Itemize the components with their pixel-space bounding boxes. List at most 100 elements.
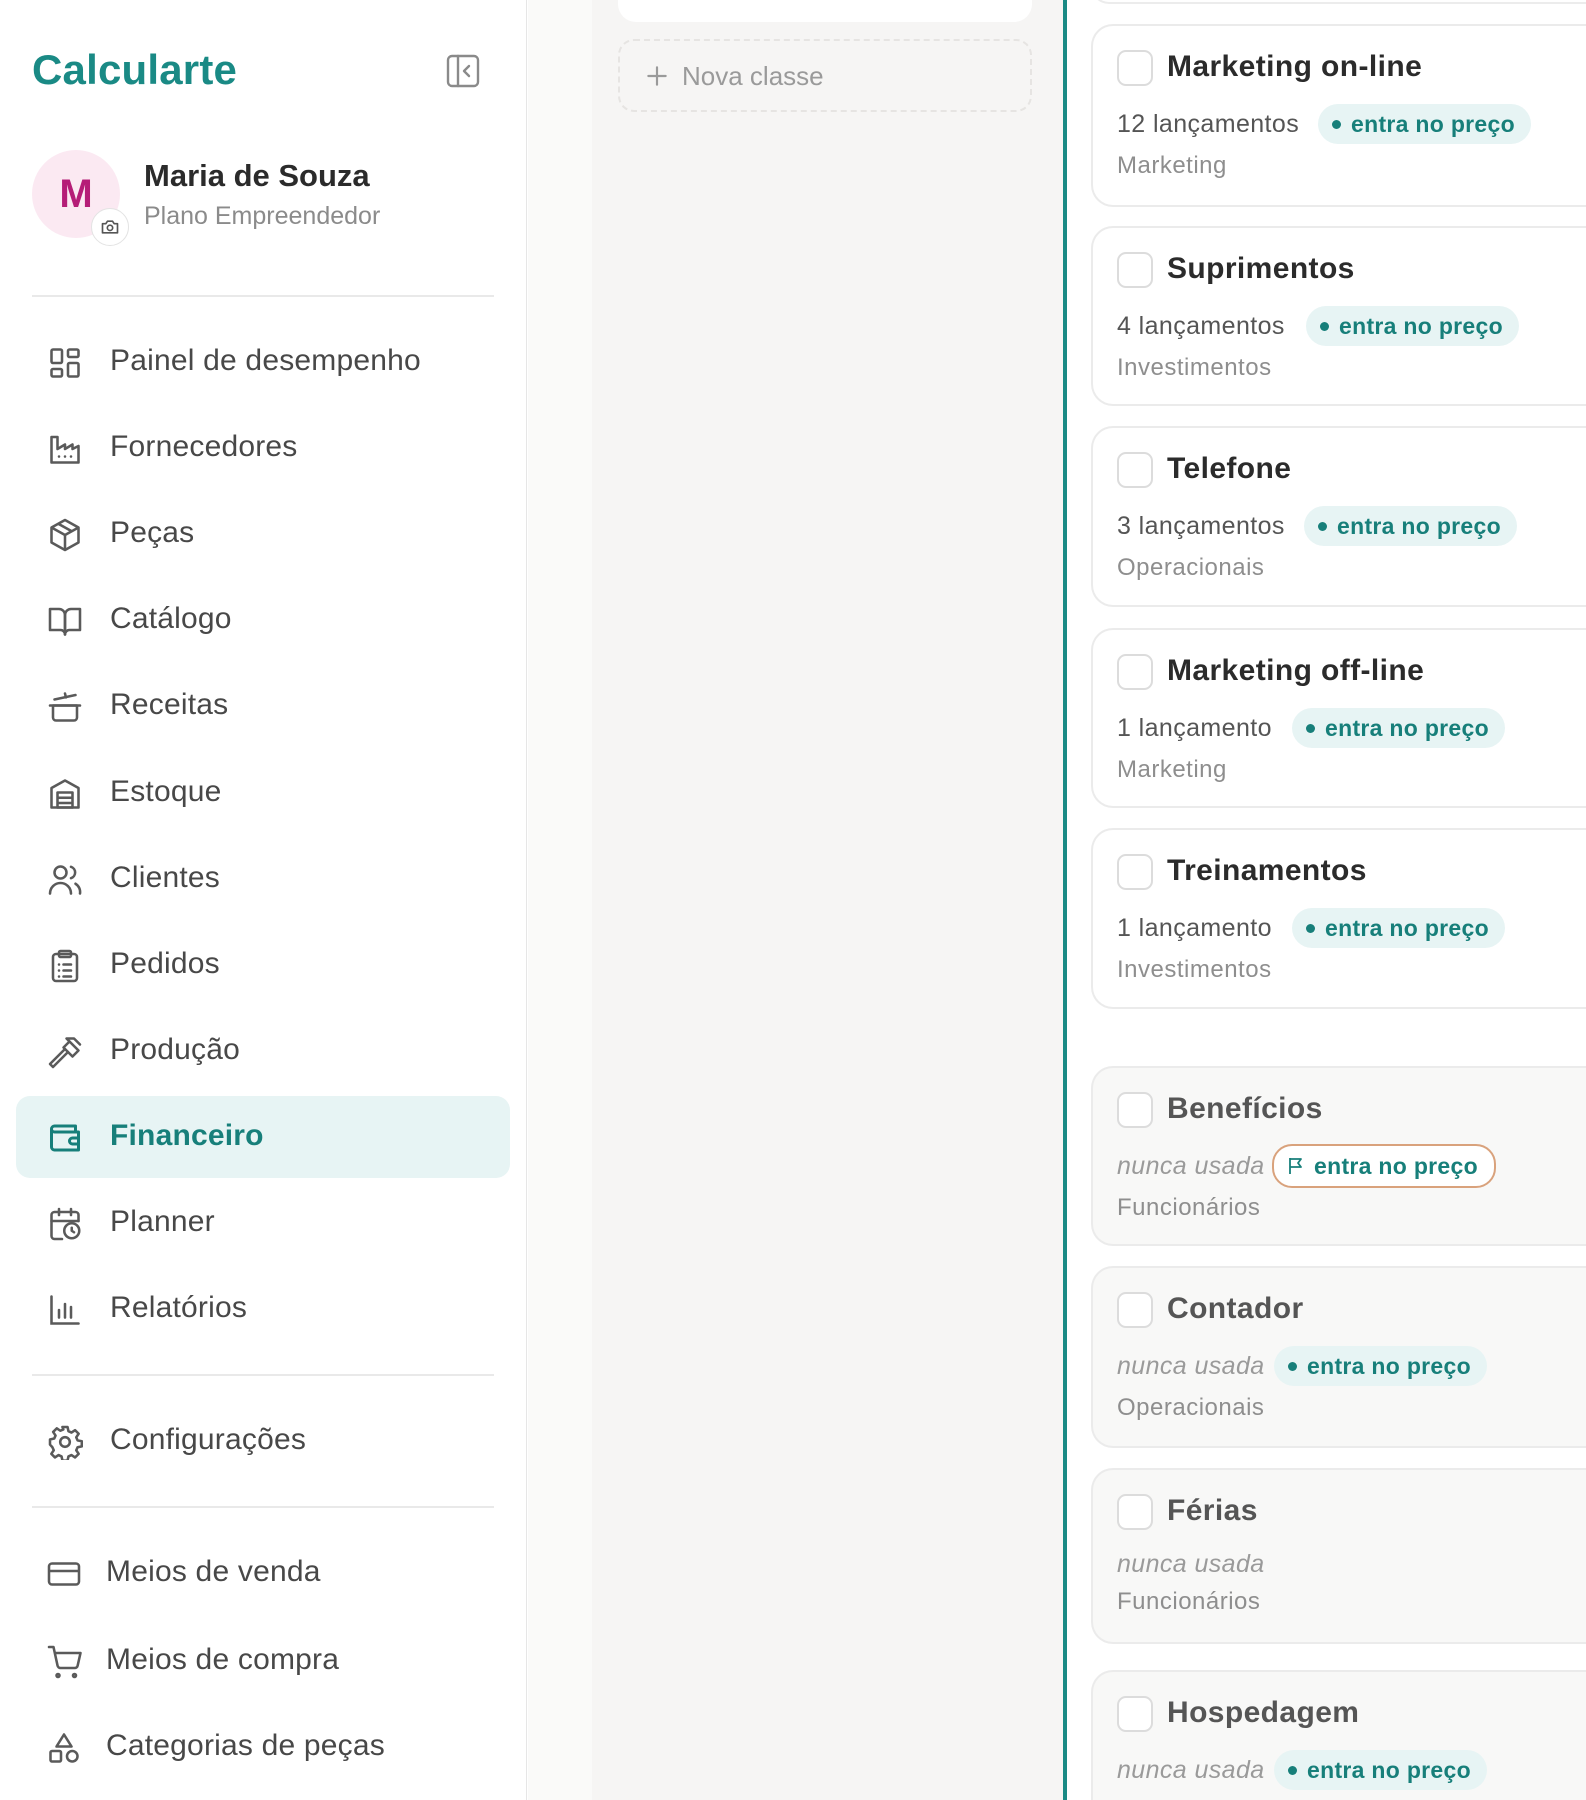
subclass-card[interactable]: Treinamentos 1 lançamento entra no preço…	[1091, 828, 1586, 1009]
price-badge-label: entra no preço	[1325, 714, 1489, 741]
new-class-button[interactable]: Nova classe	[618, 39, 1032, 112]
subclass-title: Treinamentos	[1167, 854, 1367, 887]
sidebar-item-categorias-pecas[interactable]: Categorias de peças	[16, 1706, 510, 1788]
camera-icon	[101, 220, 119, 234]
change-photo-button[interactable]	[91, 208, 129, 246]
sidebar-item-label: Pedidos	[110, 947, 220, 980]
price-badge: entra no preço	[1274, 1750, 1487, 1790]
user-name: Maria de Souza	[144, 158, 370, 193]
sidebar-item-label: Configurações	[110, 1423, 307, 1456]
hammer-icon	[48, 1037, 82, 1069]
select-checkbox[interactable]	[1117, 50, 1153, 86]
price-badge: entra no preço	[1318, 104, 1531, 144]
sidebar-item-label: Clientes	[110, 861, 220, 894]
status-dot	[1320, 321, 1329, 331]
status-dot	[1306, 923, 1315, 933]
usage-count: nunca usada	[1117, 1550, 1265, 1578]
usage-count: nunca usada	[1117, 1152, 1265, 1180]
credit-card-icon	[47, 1562, 81, 1586]
subclass-card[interactable]: Contador nunca usada entra no preço Oper…	[1091, 1266, 1586, 1448]
sidebar-item-pecas[interactable]: Peças	[16, 493, 510, 575]
users-icon	[48, 865, 82, 895]
select-checkbox[interactable]	[1117, 452, 1153, 488]
select-checkbox[interactable]	[1117, 1696, 1153, 1732]
sidebar-item-estoque[interactable]: Estoque	[16, 752, 510, 834]
usage-count: nunca usada	[1117, 1352, 1265, 1380]
select-checkbox[interactable]	[1117, 854, 1153, 890]
sidebar-item-fornecedores[interactable]: Fornecedores	[16, 407, 510, 489]
usage-count: 12 lançamentos	[1117, 110, 1300, 138]
subclass-card[interactable]: Telefone 3 lançamentos entra no preço Op…	[1091, 426, 1586, 607]
sidebar-item-label: Planner	[110, 1205, 215, 1238]
subclass-category: Investimentos	[1117, 956, 1272, 983]
sidebar-item-configuracoes[interactable]: Configurações	[16, 1400, 510, 1482]
box-icon	[50, 518, 80, 552]
divider	[32, 295, 494, 297]
price-badge: entra no preço	[1292, 708, 1505, 748]
sidebar-item-label: Categorias de peças	[106, 1729, 385, 1762]
sidebar-item-relatorios[interactable]: Relatórios	[16, 1268, 510, 1350]
sidebar-item-painel[interactable]: Painel de desempenho	[16, 321, 510, 403]
user-profile[interactable]: M Maria de Souza Plano Empreendedor	[32, 150, 492, 246]
subclass-card[interactable]: Benefícios nunca usada entra no preço Fu…	[1091, 1066, 1586, 1246]
sidebar-item-label: Produção	[110, 1033, 241, 1066]
gear-icon	[48, 1425, 83, 1460]
sidebar-item-clientes[interactable]: Clientes	[16, 838, 510, 920]
sidebar-item-receitas[interactable]: Receitas	[16, 665, 510, 747]
sidebar-item-label: Receitas	[110, 688, 229, 721]
sidebar-item-label: Relatórios	[110, 1291, 248, 1324]
class-card[interactable]	[618, 0, 1032, 22]
select-checkbox[interactable]	[1117, 252, 1153, 288]
price-badge-label: entra no preço	[1351, 110, 1515, 137]
cart-icon	[47, 1645, 82, 1679]
wallet-icon	[50, 1124, 80, 1152]
subclass-card[interactable]	[1091, 0, 1586, 4]
usage-count: nunca usada	[1117, 1756, 1265, 1784]
sidebar-item-label: Meios de venda	[106, 1555, 321, 1588]
collapse-sidebar-button[interactable]	[446, 54, 480, 88]
status-dot	[1318, 521, 1327, 531]
subclass-title: Telefone	[1167, 452, 1292, 485]
clipboard-list-icon	[51, 949, 79, 983]
usage-count: 1 lançamento	[1117, 914, 1272, 942]
sidebar-item-financeiro[interactable]: Financeiro	[16, 1096, 510, 1178]
price-badge-label: entra no preço	[1337, 512, 1501, 539]
subclass-card[interactable]: Suprimentos 4 lançamentos entra no preço…	[1091, 226, 1586, 406]
shapes-icon	[49, 1733, 79, 1763]
bar-chart-icon	[50, 1295, 80, 1325]
subclass-card[interactable]: Hospedagem nunca usada entra no preço	[1091, 1670, 1586, 1800]
sidebar-item-label: Meios de compra	[106, 1643, 340, 1676]
flag-icon	[1289, 1158, 1302, 1174]
price-badge-label: entra no preço	[1307, 1352, 1471, 1379]
sidebar-item-label: Financeiro	[110, 1119, 264, 1152]
subclass-card[interactable]: Marketing off-line 1 lançamento entra no…	[1091, 628, 1586, 808]
sidebar-item-meios-venda[interactable]: Meios de venda	[16, 1532, 510, 1614]
select-checkbox[interactable]	[1117, 1292, 1153, 1328]
select-checkbox[interactable]	[1117, 1092, 1153, 1128]
subclasses-column: Marketing on-line 12 lançamentos entra n…	[1067, 0, 1586, 1800]
select-checkbox[interactable]	[1117, 1494, 1153, 1530]
subclass-category: Investimentos	[1117, 354, 1272, 381]
status-dot	[1288, 1361, 1297, 1371]
select-checkbox[interactable]	[1117, 654, 1153, 690]
plus-icon	[647, 66, 667, 86]
subclass-card[interactable]: Férias nunca usada Funcionários	[1091, 1468, 1586, 1644]
price-badge-flagged[interactable]: entra no preço	[1272, 1144, 1496, 1188]
sidebar-item-producao[interactable]: Produção	[16, 1010, 510, 1092]
dashboard-icon	[50, 348, 80, 378]
usage-count: 3 lançamentos	[1117, 512, 1285, 540]
sidebar-item-planner[interactable]: Planner	[16, 1182, 510, 1264]
subclass-card[interactable]: Marketing on-line 12 lançamentos entra n…	[1091, 24, 1586, 207]
user-plan: Plano Empreendedor	[144, 202, 381, 230]
price-badge-label: entra no preço	[1339, 312, 1503, 339]
app-logo[interactable]: Calcularte	[32, 46, 237, 94]
divider	[32, 1506, 494, 1508]
sidebar-item-label: Catálogo	[110, 602, 232, 635]
factory-icon	[50, 435, 80, 464]
sidebar-item-pedidos[interactable]: Pedidos	[16, 924, 510, 1006]
subclass-title: Benefícios	[1167, 1092, 1323, 1125]
subclass-title: Contador	[1167, 1292, 1304, 1325]
sidebar-item-catalogo[interactable]: Catálogo	[16, 579, 510, 661]
sidebar-item-meios-compra[interactable]: Meios de compra	[16, 1620, 510, 1702]
subclass-category: Operacionais	[1117, 1394, 1265, 1421]
